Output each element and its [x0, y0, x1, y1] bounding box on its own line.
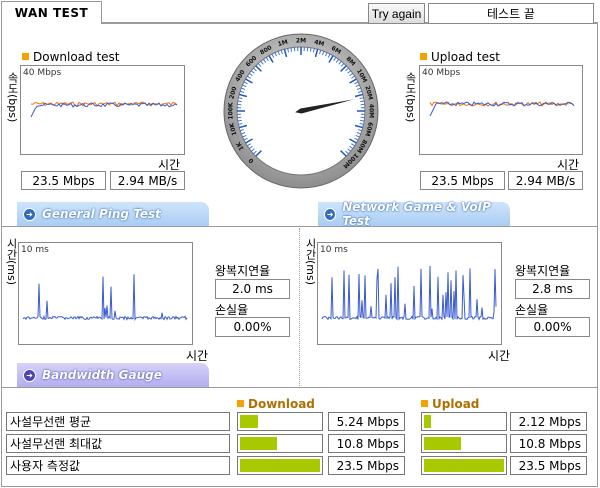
- ping-general-loss-value: 0.00%: [215, 317, 290, 337]
- upload-title-text: Upload test: [431, 50, 500, 64]
- ping-game-loss-value: 0.00%: [515, 317, 590, 337]
- ping-general-y-label: 시간(ms): [5, 238, 18, 286]
- bandwidth-upload-legend-text: Upload: [432, 397, 480, 411]
- bandwidth-row-label: 사설무선랜 평균: [6, 412, 230, 431]
- bandwidth-row-label: 사용자 측정값: [6, 456, 230, 475]
- section-bandwidth-label: Bandwidth Gauge: [42, 368, 162, 382]
- upload-legend-square: [420, 53, 427, 60]
- gauge-tick: [309, 47, 312, 52]
- ping-general-rtt-value: 2.0 ms: [215, 279, 290, 299]
- section-bandwidth: ➜ Bandwidth Gauge: [17, 363, 209, 387]
- legend-square: [237, 400, 244, 407]
- bar-fill: [240, 437, 277, 450]
- upload-title: Upload test: [420, 50, 500, 64]
- bandwidth-upload-value: 23.5 Mbps: [510, 456, 587, 475]
- bandwidth-download-value: 5.24 Mbps: [328, 412, 405, 431]
- gauge-tick-label: 2M: [296, 38, 306, 45]
- tab-wan-test[interactable]: WAN TEST: [1, 1, 102, 24]
- ping-game-y-label: 시간(ms): [304, 238, 317, 286]
- section-network-game-label: Network Game & VoIP Test: [342, 200, 491, 228]
- bandwidth-row-label: 사설무선랜 최대값: [6, 434, 230, 453]
- arrow-icon: ➜: [23, 207, 36, 221]
- divider-bottom: [2, 387, 597, 388]
- ping-game-rtt-label: 왕복지연율: [515, 264, 571, 278]
- gauge-tick: [360, 119, 365, 122]
- bandwidth-upload-legend: Upload: [421, 397, 479, 411]
- ping-general-chart: 10 ms: [18, 242, 193, 345]
- legend-square: [421, 400, 428, 407]
- gauge-tick: [360, 100, 365, 103]
- section-general-ping: ➜ General Ping Test: [17, 202, 209, 226]
- upload-chart: 40 Mbps: [419, 65, 583, 155]
- ping-game-rtt-value: 2.8 ms: [515, 279, 590, 299]
- ping-game-x-label: 시간: [488, 349, 511, 363]
- bandwidth-upload-bar: [421, 456, 507, 475]
- bar-fill: [424, 459, 504, 472]
- divider-vertical: [299, 228, 300, 386]
- arrow-icon: ➜: [23, 368, 36, 382]
- ping-game-series: [321, 265, 497, 321]
- gauge-tick: [290, 47, 293, 52]
- upload-mbs-value: 2.94 MB/s: [508, 171, 583, 190]
- download-chart: 40 Mbps: [20, 65, 185, 155]
- bar-fill: [240, 459, 320, 472]
- bar-fill: [424, 437, 461, 450]
- bandwidth-upload-bar: [421, 434, 507, 453]
- bar-fill: [240, 415, 258, 428]
- download-legend-square: [22, 53, 29, 60]
- ping-general-series: [22, 274, 188, 322]
- bandwidth-download-bar: [237, 434, 323, 453]
- download-mbps-value: 23.5 Mbps: [21, 171, 106, 190]
- arrow-icon: ➜: [324, 207, 337, 221]
- download-title: Download test: [22, 50, 120, 64]
- try-again-button[interactable]: Try again: [368, 3, 425, 24]
- download-title-text: Download test: [33, 50, 120, 64]
- upload-y-label: 속도(bps): [404, 72, 417, 123]
- section-general-ping-label: General Ping Test: [42, 207, 161, 221]
- gauge-tick: [237, 119, 242, 122]
- bandwidth-download-bar: [237, 412, 323, 431]
- download-series-blue: [30, 102, 178, 118]
- ping-general-x-label: 시간: [186, 349, 209, 363]
- bandwidth-upload-value: 2.12 Mbps: [510, 412, 587, 431]
- bandwidth-download-bar: [237, 456, 323, 475]
- bandwidth-download-legend-text: Download: [248, 397, 315, 411]
- bandwidth-upload-value: 10.8 Mbps: [510, 434, 587, 453]
- ping-game-chart: 10 ms: [317, 242, 502, 345]
- status-display: 테스트 끝: [428, 3, 594, 24]
- bandwidth-download-value: 10.8 Mbps: [328, 434, 405, 453]
- bandwidth-download-value: 23.5 Mbps: [328, 456, 405, 475]
- ping-general-rtt-label: 왕복지연율: [215, 264, 271, 278]
- gauge-tick-label: 100K: [228, 102, 235, 120]
- bandwidth-download-legend: Download: [237, 397, 315, 411]
- gauge-tick: [237, 100, 242, 103]
- divider-top: [2, 226, 597, 227]
- bandwidth-upload-bar: [421, 412, 507, 431]
- ping-general-loss-label: 손실율: [215, 303, 249, 317]
- upload-mbps-value: 23.5 Mbps: [420, 171, 505, 190]
- gauge-tick-label: 40M: [368, 104, 375, 118]
- download-mbs-value: 2.94 MB/s: [110, 171, 185, 190]
- bar-fill: [424, 415, 432, 428]
- speed-gauge: 01K10K100K2004006008001M 2M 4M6M8M10M20M40…: [223, 33, 379, 189]
- download-y-label: 속도(bps): [6, 72, 19, 123]
- section-network-game: ➜ Network Game & VoIP Test: [318, 200, 510, 228]
- ping-game-loss-label: 손실율: [515, 303, 549, 317]
